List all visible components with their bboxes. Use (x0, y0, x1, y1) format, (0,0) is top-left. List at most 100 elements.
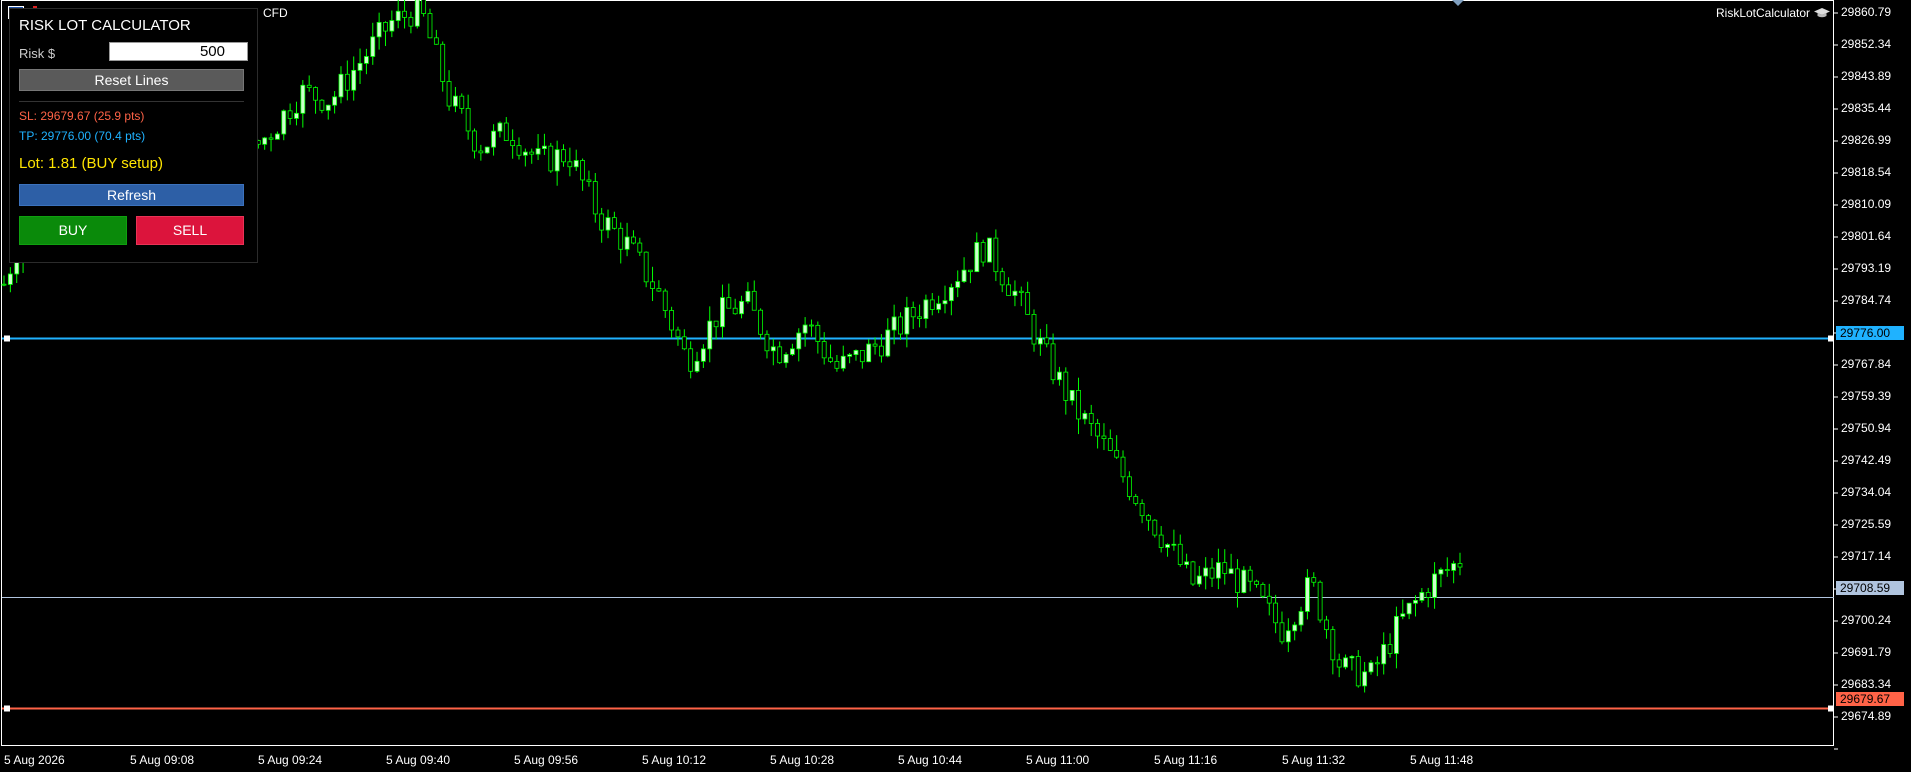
refresh-button[interactable]: Refresh (19, 184, 244, 206)
candle-body (1273, 602, 1279, 624)
candle-body (783, 354, 789, 364)
price-tick: 29725.59 (1841, 517, 1892, 531)
time-tick: 5 Aug 09:08 (130, 753, 195, 767)
price-tick: 29717.14 (1841, 549, 1892, 563)
candle-body (1285, 630, 1291, 643)
candle-body (1063, 371, 1069, 401)
candle-body (542, 145, 547, 149)
candle-body (726, 297, 732, 309)
candle-body (376, 22, 382, 38)
candle-body (1025, 292, 1031, 315)
candle-body (1050, 343, 1056, 381)
time-tick: 5 Aug 11:00 (1026, 753, 1090, 767)
candle-body (1305, 577, 1310, 612)
candle-body (1336, 659, 1342, 668)
candle-body (859, 350, 865, 363)
buy-button[interactable]: BUY (19, 216, 127, 245)
candle-body (548, 145, 554, 172)
candle-body (319, 99, 325, 111)
candle-body (554, 149, 560, 172)
time-tick: 5 Aug 11:16 (1154, 753, 1218, 767)
candle-body (503, 122, 509, 141)
price-tick: 29843.89 (1841, 69, 1892, 83)
candle-body (510, 140, 516, 147)
candle-body (268, 137, 274, 140)
candle-body (586, 179, 592, 182)
price-tick: 29801.64 (1841, 229, 1892, 243)
time-tick: 5 Aug 10:44 (898, 753, 963, 767)
tp-price-tag: 29776.00 (1836, 326, 1904, 340)
candle-body (694, 360, 700, 372)
candle-body (440, 43, 446, 82)
candle-body (1012, 290, 1018, 296)
candle-body (777, 346, 783, 364)
candle-body (338, 73, 344, 98)
candle-body (332, 96, 338, 106)
candle-body (948, 287, 954, 302)
candle-body (1228, 568, 1234, 574)
candle-body (1406, 602, 1412, 615)
candle-body (1311, 577, 1317, 583)
candle-body (1413, 599, 1418, 604)
candle-body (281, 110, 287, 135)
price-tick: 29835.44 (1841, 101, 1892, 115)
candle-body (389, 20, 395, 32)
price-tick: 29860.79 (1841, 5, 1892, 19)
candle-body (1152, 519, 1158, 536)
candle-body (402, 10, 407, 18)
candle-body (739, 301, 744, 315)
candle-body (325, 104, 331, 111)
expert-advisor-name[interactable]: RiskLotCalculator (1716, 6, 1831, 20)
candle-body (1298, 611, 1304, 626)
stop-loss-readout: SL: 29679.67 (25.9 pts) (19, 109, 145, 123)
candle-body (720, 297, 725, 328)
risk-label: Risk $ (19, 46, 56, 61)
candle-body (840, 355, 846, 369)
price-tick: 29767.84 (1841, 357, 1892, 371)
candle-body (1444, 569, 1450, 571)
candle-body (898, 316, 903, 335)
candle-body (1381, 644, 1387, 665)
price-tick: 29691.79 (1841, 645, 1892, 659)
candle-body (1387, 644, 1393, 654)
candle-body (1076, 390, 1081, 420)
reset-lines-button[interactable]: Reset Lines (19, 69, 244, 91)
time-tick: 5 Aug 10:12 (642, 753, 707, 767)
ea-name-text: RiskLotCalculator (1716, 6, 1811, 20)
candle-body (484, 146, 490, 154)
candle-body (351, 69, 357, 91)
risk-input[interactable]: 500 (109, 42, 248, 61)
candle-body (414, 0, 420, 27)
candle-body (465, 108, 471, 132)
candle-body (955, 281, 961, 288)
candle-body (357, 62, 363, 71)
price-tick: 29852.34 (1841, 37, 1892, 51)
candle-body (1374, 662, 1380, 665)
candle-body (300, 84, 306, 114)
chart-area[interactable] (0, 0, 1911, 772)
chart-frame (1, 0, 1834, 746)
candle-body (650, 281, 655, 289)
candle-body (1146, 515, 1151, 521)
candle-body (611, 217, 617, 229)
candle-body (446, 81, 452, 107)
candle-body (821, 341, 827, 359)
candle-body (764, 333, 770, 352)
candle-body (1317, 581, 1323, 621)
candle-body (1088, 413, 1094, 424)
price-tick: 29683.34 (1841, 677, 1892, 691)
candle-body (383, 22, 388, 32)
candle-body (669, 310, 674, 331)
candle-body (313, 87, 318, 101)
sell-button[interactable]: SELL (136, 216, 244, 245)
candle-body (491, 130, 496, 148)
price-chart[interactable] (0, 0, 1911, 772)
candle-body (1362, 671, 1368, 687)
candle-body (274, 133, 280, 140)
candle-body (879, 345, 884, 357)
candle-body (732, 307, 738, 315)
lot-size-readout: Lot: 1.81 (BUY setup) (19, 155, 163, 172)
candle-body (1394, 616, 1399, 654)
candle-body (1006, 284, 1011, 296)
candle-body (1266, 595, 1272, 604)
